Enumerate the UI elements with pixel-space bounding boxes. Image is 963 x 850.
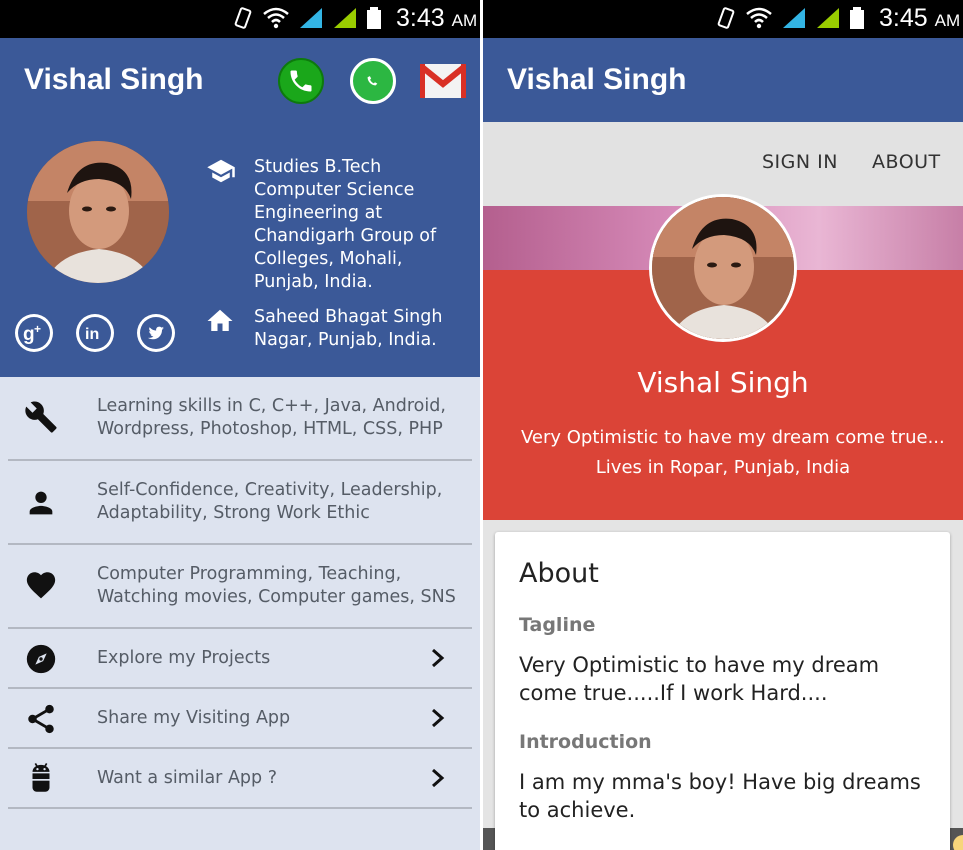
- twitter-icon: [140, 317, 172, 349]
- home-info: Saheed Bhagat Singh Nagar, Punjab, India…: [204, 306, 454, 352]
- battery-icon: [367, 7, 381, 29]
- email-button[interactable]: [420, 64, 466, 98]
- svg-text:+: +: [34, 322, 41, 336]
- list-item: Self-Confidence, Creativity, Leadership,…: [8, 461, 472, 545]
- status-time: 3:43 AM: [396, 4, 478, 32]
- wrench-icon: [23, 399, 59, 435]
- call-icon: [290, 70, 312, 92]
- about-heading: About: [519, 558, 599, 589]
- status-time: 3:45 AM: [879, 4, 961, 32]
- profile-location: Lives in Ropar, Punjab, India: [595, 457, 851, 478]
- app-header: Vishal Singh: [483, 38, 963, 122]
- linkedin-icon: in: [79, 317, 111, 349]
- page-title: Vishal Singh: [24, 63, 204, 96]
- page-title: Vishal Singh: [507, 63, 687, 96]
- google-plus-icon: g +: [18, 317, 50, 349]
- profile-tagline: Very Optimistic to have my dream come tr…: [521, 427, 945, 448]
- sign-in-link[interactable]: SIGN IN: [762, 151, 838, 173]
- avatar: [27, 141, 169, 283]
- chevron-right-icon: [432, 648, 445, 668]
- share-icon: [23, 701, 59, 737]
- right-screen: 3:45 AM Vishal Singh SIGN IN ABOUT Visha…: [483, 0, 963, 850]
- home-icon: [204, 306, 240, 352]
- share-app-label: Share my Visiting App: [97, 708, 291, 728]
- signal-blue-icon: [783, 8, 805, 28]
- introduction-value: I am my mma's boy! Have big dreams to ac…: [519, 770, 921, 822]
- heart-icon: [23, 567, 59, 603]
- call-button[interactable]: [278, 58, 324, 104]
- chevron-right-icon: [432, 768, 445, 788]
- about-card: About Tagline Very Optimistic to have my…: [495, 532, 950, 850]
- graduation-cap-icon: [204, 156, 240, 294]
- skills-text: Learning skills in C, C++, Java, Android…: [97, 396, 446, 439]
- vibrate-icon: [234, 7, 252, 29]
- list-item: Learning skills in C, C++, Java, Android…: [8, 377, 472, 461]
- svg-text:in: in: [85, 326, 99, 343]
- signal-green-icon: [817, 8, 839, 28]
- profile-header: Vishal Singh Studies B.Tech Computer Sci…: [0, 38, 480, 377]
- twitter-button[interactable]: [137, 314, 175, 352]
- svg-text:g: g: [23, 324, 35, 345]
- similar-app-item[interactable]: Want a similar App ?: [8, 749, 472, 809]
- android-icon: [23, 761, 59, 797]
- similar-app-label: Want a similar App ?: [97, 768, 277, 788]
- person-icon: [23, 485, 59, 521]
- status-bar: 3:45 AM: [483, 0, 963, 38]
- whatsapp-button[interactable]: [350, 58, 396, 104]
- compass-icon: [23, 641, 59, 677]
- education-info: Studies B.Tech Computer Science Engineer…: [204, 156, 454, 294]
- vibrate-icon: [717, 7, 735, 29]
- education-text: Studies B.Tech Computer Science Engineer…: [254, 157, 437, 292]
- introduction-label: Introduction: [519, 731, 652, 753]
- interests-text: Computer Programming, Teaching, Watching…: [97, 564, 456, 607]
- explore-projects-item[interactable]: Explore my Projects: [8, 629, 472, 689]
- strengths-text: Self-Confidence, Creativity, Leadership,…: [97, 480, 443, 523]
- profile-name: Vishal Singh: [637, 366, 809, 399]
- about-link[interactable]: ABOUT: [872, 151, 941, 173]
- wifi-icon: [746, 7, 772, 29]
- tagline-value: Very Optimistic to have my dream come tr…: [519, 653, 880, 705]
- profile-photo: [27, 141, 169, 283]
- home-text: Saheed Bhagat Singh Nagar, Punjab, India…: [254, 307, 443, 350]
- list-item: Computer Programming, Teaching, Watching…: [8, 545, 472, 629]
- battery-icon: [850, 7, 864, 29]
- tagline-label: Tagline: [519, 614, 596, 636]
- left-screen: 3:43 AM Vishal Singh Studies B.Tech Comp…: [0, 0, 480, 850]
- profile-photo: [652, 197, 794, 339]
- screenshot-root: 3:43 AM Vishal Singh Studies B.Tech Comp…: [0, 0, 963, 850]
- chevron-right-icon: [432, 708, 445, 728]
- wifi-icon: [263, 7, 289, 29]
- signal-blue-icon: [300, 8, 322, 28]
- linkedin-button[interactable]: in: [76, 314, 114, 352]
- share-app-item[interactable]: Share my Visiting App: [8, 689, 472, 749]
- status-bar: 3:43 AM: [0, 0, 480, 38]
- status-icons: [715, 6, 865, 30]
- status-icons: [232, 6, 382, 30]
- avatar: [649, 194, 797, 342]
- signal-green-icon: [334, 8, 356, 28]
- google-plus-button[interactable]: g +: [15, 314, 53, 352]
- gmail-icon: [420, 64, 466, 98]
- whatsapp-icon: [367, 76, 378, 86]
- explore-projects-label: Explore my Projects: [97, 648, 271, 668]
